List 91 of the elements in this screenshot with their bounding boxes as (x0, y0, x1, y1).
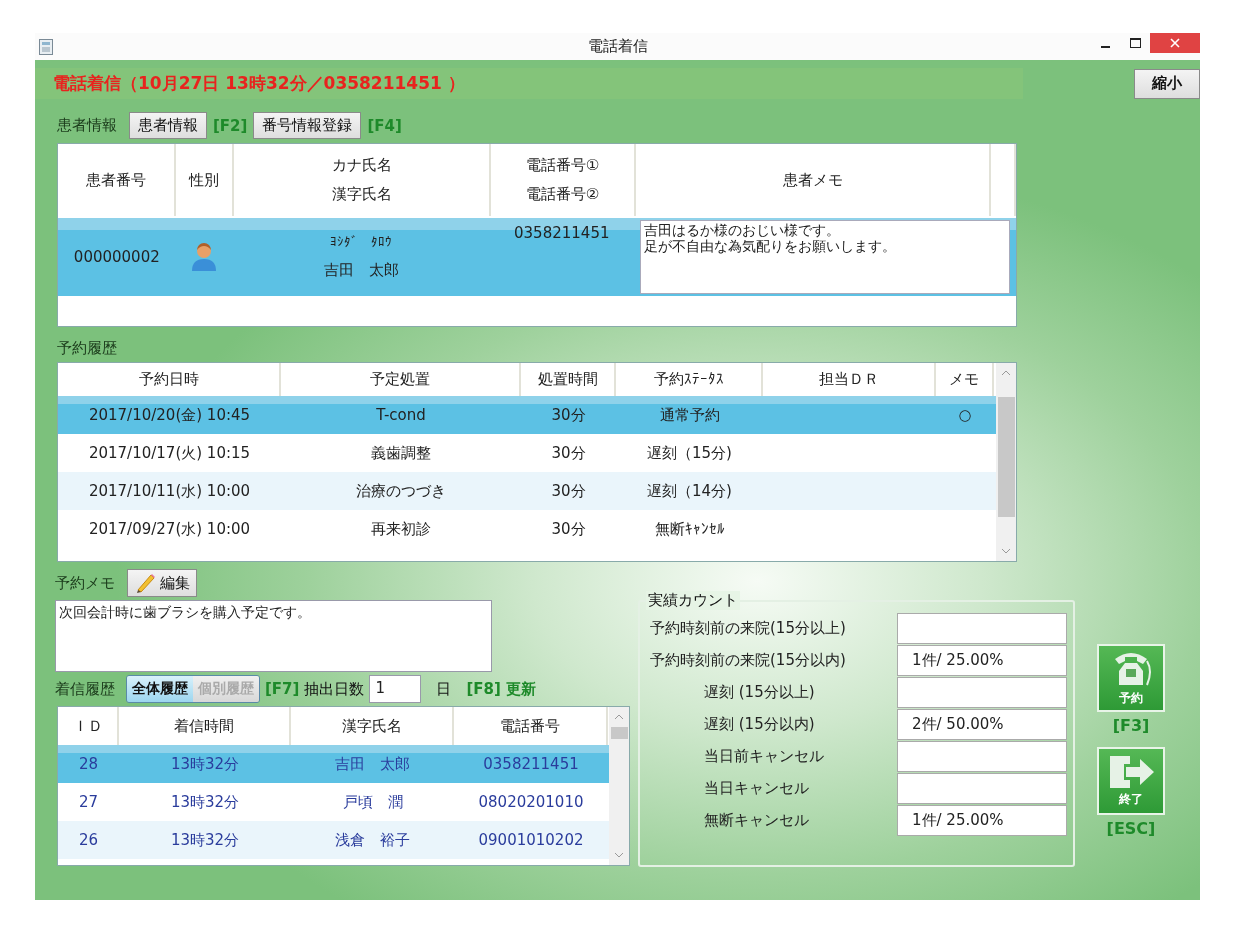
table-cell: 2017/10/20(金) 10:45 (88, 405, 251, 425)
table-cell: 2017/09/27(水) 10:00 (88, 519, 251, 539)
pencil-icon (134, 572, 156, 594)
group-title: 実績カウント (646, 591, 740, 610)
table-cell: 2017/10/11(水) 10:00 (88, 481, 251, 501)
column-header[interactable]: カナ氏名 漢字氏名 (234, 144, 491, 216)
stat-label: 当日前キャンセル (703, 746, 825, 766)
table-cell: 吉田 太郎 (323, 261, 399, 280)
table-cell: 義歯調整 (371, 443, 431, 463)
window-title: 電話着信 (587, 37, 648, 56)
memo-field[interactable]: 次回会計時に歯ブラシを購入予定です。 (55, 600, 492, 672)
toolbar-button[interactable]: 番号情報登録 (253, 112, 362, 139)
reservation-row[interactable]: 2017/10/11(水) 10:00 治療のつづき 30分 遅刻（14分) (58, 472, 996, 510)
patient-memo[interactable]: 吉田はるか様のおじい様です。 足が不自由な為気配りをお願いします。 (640, 220, 1010, 294)
reservation-row[interactable]: 2017/09/27(水) 10:00 再来初診 30分 無断ｷｬﾝｾﾙ (58, 510, 996, 548)
table-cell: 30分 (551, 405, 586, 425)
table-cell: 治療のつづき (356, 481, 446, 501)
column-header[interactable]: 電話番号① 電話番号② (491, 144, 636, 216)
table-cell: 無断ｷｬﾝｾﾙ (654, 519, 725, 539)
table-cell: 遅刻（15分) (647, 443, 732, 463)
reservation-row[interactable]: 2017/10/20(金) 10:45 T-cond 30分 通常予約 ○ (58, 396, 996, 434)
stat-label: 無断キャンセル (703, 810, 810, 830)
table-cell: 30分 (551, 443, 586, 463)
scrollbar[interactable] (996, 363, 1016, 561)
scroll-up-icon[interactable] (1001, 369, 1011, 377)
edit-button[interactable]: 編集 (127, 569, 197, 597)
stat-value-field: 2件/ 50.00% (897, 708, 1067, 740)
table-cell: 0358211451 (483, 755, 579, 773)
scroll-thumb[interactable] (610, 727, 628, 739)
table-cell: 000000002 (73, 248, 160, 266)
stat-label: 予約時刻前の来院(15分以上) (649, 618, 847, 638)
caller-banner: 電話着信（10月27日 13時32分／0358211451 ） (35, 68, 1023, 99)
table-cell: ○ (958, 406, 972, 424)
maximize-icon (1129, 38, 1141, 48)
table-cell: 30分 (551, 481, 586, 501)
table-cell: 13時32分 (170, 754, 240, 774)
column-header[interactable]: 性別 (176, 144, 234, 216)
stat-label: 遅刻 (15分以内) (703, 714, 816, 734)
table-cell: 09001010202 (478, 831, 584, 849)
section-label: 着信履歴 (55, 679, 115, 699)
table-cell: 再来初診 (371, 519, 431, 539)
shrink-button[interactable]: 縮小 (1134, 68, 1200, 99)
call-row[interactable]: 27 13時32分 戸頃 潤 08020201010 (58, 783, 609, 821)
stat-label: 当日キャンセル (703, 778, 810, 798)
minimize-icon (1100, 46, 1110, 48)
stat-value-field: 1件/ 25.00% (897, 804, 1067, 836)
stat-label: 予約時刻前の来院(15分以内) (649, 650, 847, 670)
field-label: 抽出日数 (304, 679, 365, 699)
table-cell: 遅刻（14分) (647, 481, 732, 501)
filter-tab[interactable]: 全体履歴 (127, 676, 193, 702)
scroll-down-icon[interactable] (614, 851, 624, 859)
table-cell: 通常予約 (659, 405, 720, 425)
table-cell: 26 (78, 831, 99, 849)
field-label: 日 (436, 679, 452, 699)
scrollbar[interactable] (609, 707, 629, 865)
table-cell: 浅倉 裕子 (335, 830, 410, 850)
reservation-row[interactable]: 2017/10/17(火) 10:15 義歯調整 30分 遅刻（15分) (58, 434, 996, 472)
column-header[interactable]: 患者番号 (58, 144, 176, 216)
table-cell: T-cond (376, 406, 426, 424)
table-cell: 13時32分 (170, 792, 240, 812)
scroll-down-icon[interactable] (1001, 547, 1011, 555)
call-row[interactable]: 26 13時32分 浅倉 裕子 09001010202 (58, 821, 609, 859)
table-cell: 30分 (551, 519, 586, 539)
section-label: 患者情報 (57, 116, 117, 135)
section-label: 予約メモ (55, 573, 115, 593)
stat-value-field: 1件/ 25.00% (897, 644, 1067, 676)
section-label: 予約履歴 (57, 339, 118, 358)
column-header[interactable]: 患者メモ (636, 144, 991, 216)
stat-label: 遅刻 (15分以上) (703, 682, 816, 702)
scroll-thumb[interactable] (997, 397, 1015, 517)
days-field[interactable]: 1 (369, 675, 422, 703)
call-row[interactable]: 28 13時32分 吉田 太郎 0358211451 (58, 745, 609, 783)
scroll-up-icon[interactable] (614, 713, 624, 721)
table-cell: 28 (78, 755, 99, 773)
patient-row[interactable]: 000000002 ﾖｼﾀﾞ ﾀﾛｳ 吉田 太郎 0358211451 吉田はるか様のおじい様です。 足が不自由な為気配りをお願いします。 (58, 218, 1016, 296)
table-cell: ﾖｼﾀﾞ ﾀﾛｳ (330, 234, 393, 249)
shortcut-key: [F7] (265, 680, 300, 698)
table-cell: 08020201010 (478, 793, 584, 811)
close-icon (1170, 38, 1180, 48)
shortcut-key: [F2] (213, 116, 248, 135)
app-icon (39, 38, 53, 55)
shortcut-key: [F4] (367, 116, 402, 135)
table-cell: 吉田 太郎 (335, 754, 410, 774)
shortcut-key: [F3] (1112, 716, 1150, 735)
table-cell: 13時32分 (170, 830, 240, 850)
shortcut-key: [ESC] (1106, 819, 1156, 838)
table-cell: 27 (78, 793, 99, 811)
table-cell: 戸頃 潤 (342, 792, 403, 812)
toolbar-button[interactable]: 患者情報 (129, 112, 207, 139)
table-cell: 2017/10/17(火) 10:15 (88, 443, 251, 463)
table-cell: 0358211451 (514, 224, 610, 242)
